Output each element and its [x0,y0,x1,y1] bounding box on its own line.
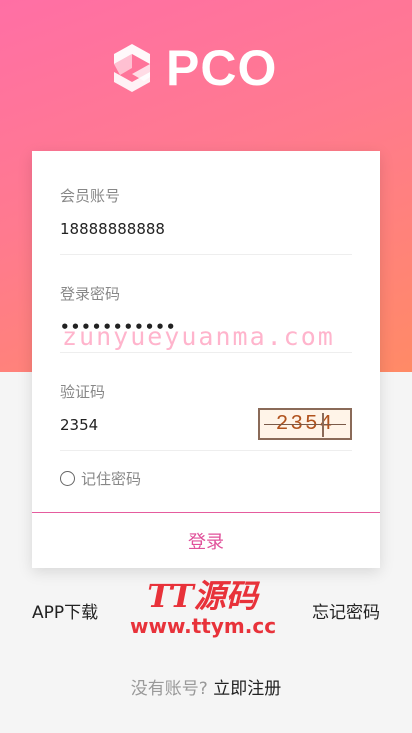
forgot-password-link[interactable]: 忘记密码 [312,598,380,623]
remember-checkbox[interactable] [60,471,75,486]
auxiliary-links: APP下载 忘记密码 [32,598,380,623]
brand-logo: PCO [112,42,277,94]
captcha-image[interactable]: 2354 [258,408,352,440]
remember-label: 记住密码 [81,470,142,488]
brand-name: PCO [166,40,278,96]
account-input[interactable]: 18888888888 [60,219,352,239]
register-prompt: 没有账号? 立即注册 [0,674,412,699]
register-question: 没有账号? [130,679,208,699]
password-input[interactable]: ••••••••••• [60,317,352,337]
login-card: 会员账号 18888888888 登录密码 ••••••••••• 验证码 23… [32,151,380,568]
captcha-field[interactable]: 验证码 2354 2354 [60,382,352,451]
register-link[interactable]: 立即注册 [213,679,281,699]
captcha-label: 验证码 [60,383,106,401]
account-field[interactable]: 会员账号 18888888888 [60,186,352,255]
remember-password[interactable]: 记住密码 [60,468,141,489]
password-field[interactable]: 登录密码 ••••••••••• [60,284,352,353]
password-label: 登录密码 [60,285,121,303]
login-button[interactable]: 登录 [32,513,380,568]
pco-cube-logo-icon [114,44,150,92]
account-label: 会员账号 [60,187,121,205]
app-download-link[interactable]: APP下载 [32,598,98,623]
